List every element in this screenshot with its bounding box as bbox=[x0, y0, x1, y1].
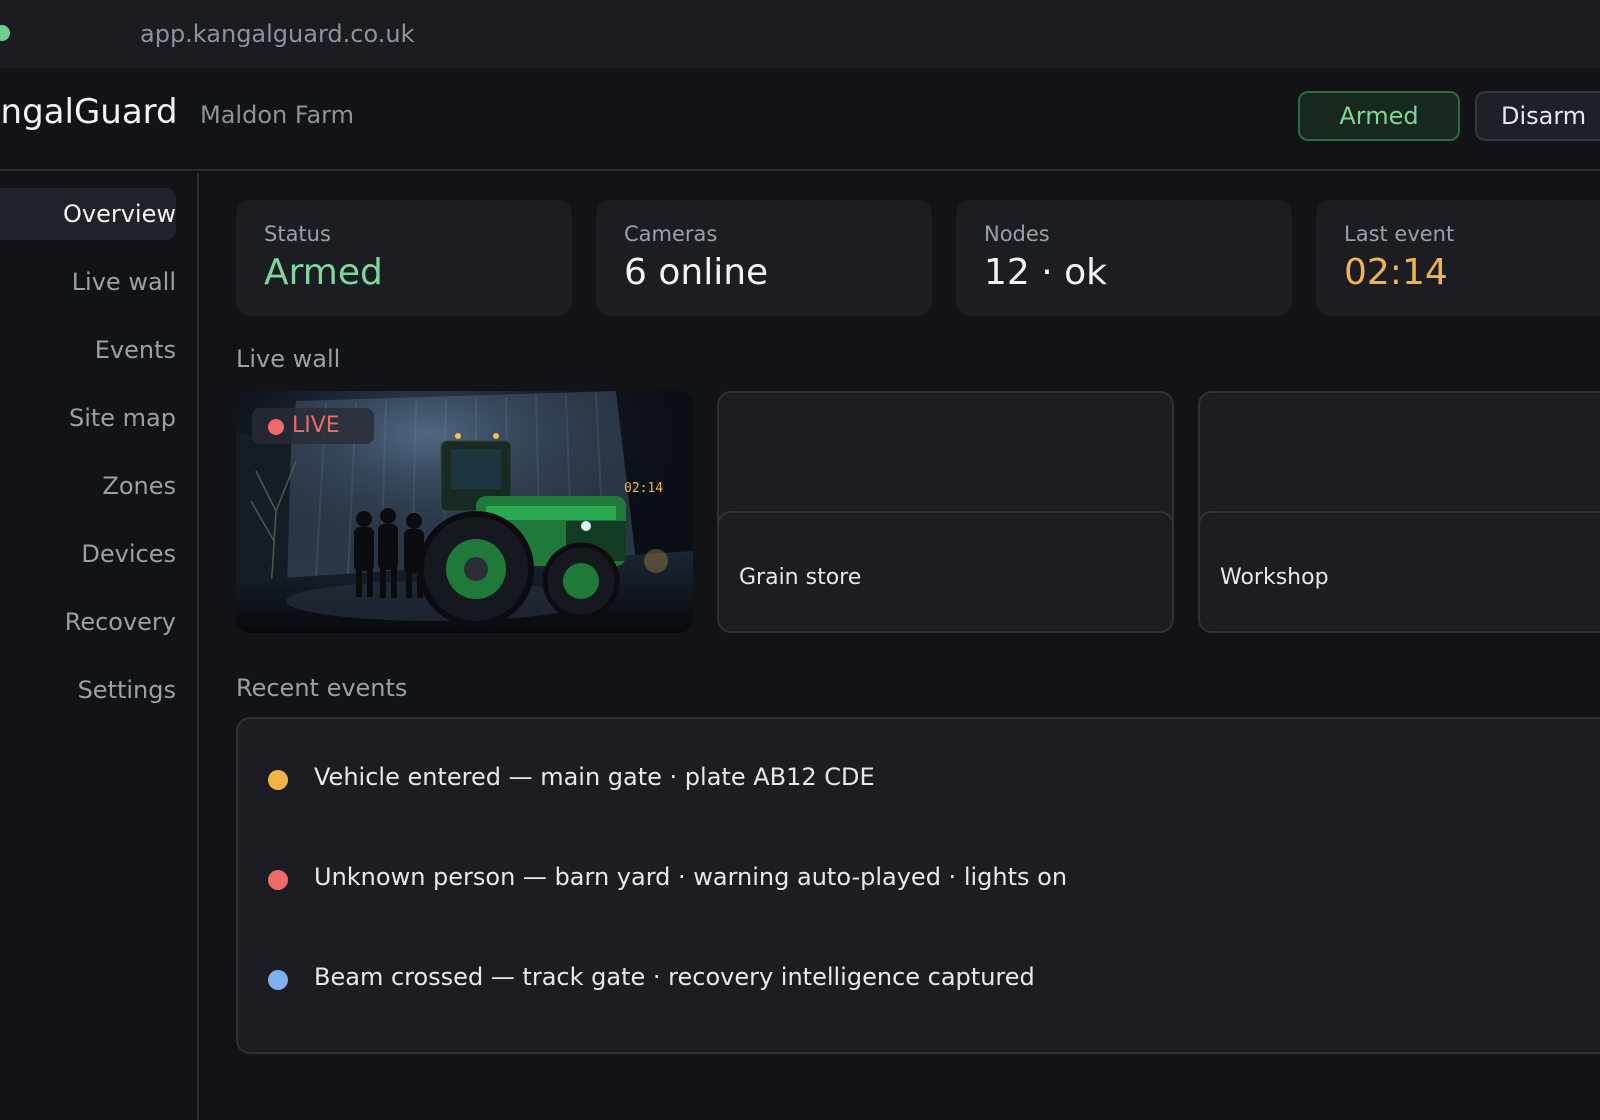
sidebar-item-label: Devices bbox=[81, 540, 176, 568]
feed-timestamp: 02:14 bbox=[624, 481, 664, 496]
stat-label: Cameras bbox=[624, 222, 718, 246]
sidebar-item-overview[interactable]: Overview bbox=[0, 188, 176, 240]
camera-tile-live[interactable]: LIVE 02:14 bbox=[236, 391, 693, 633]
url-field[interactable]: app.kangalguard.co.uk bbox=[140, 20, 414, 48]
sidebar-item-label: Settings bbox=[77, 676, 176, 704]
camera-tile-grain-store[interactable]: Grain store bbox=[717, 391, 1174, 633]
disarm-button[interactable]: Disarm bbox=[1475, 91, 1600, 141]
camera-name: Workshop bbox=[1220, 565, 1329, 590]
stat-label: Last event bbox=[1344, 222, 1455, 246]
live-badge-label: LIVE bbox=[292, 413, 340, 438]
sidebar: Overview Live wall Events Site map Zones… bbox=[0, 173, 199, 1120]
recent-events-title: Recent events bbox=[236, 674, 408, 702]
sidebar-item-live-wall[interactable]: Live wall bbox=[0, 256, 176, 308]
event-text: Unknown person — barn yard · warning aut… bbox=[314, 863, 1068, 891]
camera-caption: Grain store bbox=[719, 511, 1172, 631]
sidebar-item-label: Live wall bbox=[71, 268, 176, 296]
sidebar-item-settings[interactable]: Settings bbox=[0, 664, 176, 716]
stat-card-nodes: Nodes 12 · ok bbox=[956, 200, 1292, 316]
event-row[interactable]: Unknown person — barn yard · warning aut… bbox=[238, 859, 1600, 899]
sidebar-item-label: Events bbox=[94, 336, 176, 364]
recording-dot-icon bbox=[268, 419, 284, 435]
live-badge: LIVE bbox=[252, 408, 374, 444]
event-text: Beam crossed — track gate · recovery int… bbox=[314, 963, 1035, 991]
sidebar-item-label: Recovery bbox=[64, 608, 176, 636]
stat-label: Nodes bbox=[984, 222, 1050, 246]
window-control-icon[interactable] bbox=[0, 25, 10, 41]
event-severity-icon bbox=[268, 970, 288, 990]
camera-name: Grain store bbox=[739, 565, 862, 590]
sidebar-item-label: Overview bbox=[63, 200, 176, 228]
event-severity-icon bbox=[268, 870, 288, 890]
brand-name: KangalGuard bbox=[0, 92, 178, 132]
sidebar-item-events[interactable]: Events bbox=[0, 324, 176, 376]
event-row[interactable]: Beam crossed — track gate · recovery int… bbox=[238, 959, 1600, 999]
event-severity-icon bbox=[268, 770, 288, 790]
camera-caption: Workshop bbox=[1200, 511, 1600, 631]
stat-label: Status bbox=[264, 222, 331, 246]
event-row[interactable]: Vehicle entered — main gate · plate AB12… bbox=[238, 759, 1600, 799]
camera-tile-workshop[interactable]: Workshop bbox=[1198, 391, 1600, 633]
stat-card-last-event: Last event 02:14 bbox=[1316, 200, 1600, 316]
browser-bar: app.kangalguard.co.uk bbox=[0, 0, 1600, 68]
sidebar-item-site-map[interactable]: Site map bbox=[0, 392, 176, 444]
stat-value: 6 online bbox=[624, 252, 769, 293]
live-wall-title: Live wall bbox=[236, 345, 341, 373]
stat-value: Armed bbox=[264, 252, 383, 293]
app-window: app.kangalguard.co.uk KangalGuard Maldon… bbox=[0, 0, 1600, 1120]
stat-value: 02:14 bbox=[1344, 252, 1448, 293]
stat-card-status: Status Armed bbox=[236, 200, 572, 316]
site-name: Maldon Farm bbox=[200, 101, 354, 129]
sidebar-item-zones[interactable]: Zones bbox=[0, 460, 176, 512]
stat-value: 12 · ok bbox=[984, 252, 1108, 293]
event-text: Vehicle entered — main gate · plate AB12… bbox=[314, 763, 875, 791]
sidebar-item-recovery[interactable]: Recovery bbox=[0, 596, 176, 648]
events-list: Vehicle entered — main gate · plate AB12… bbox=[236, 717, 1600, 1054]
sidebar-item-label: Zones bbox=[102, 472, 176, 500]
sidebar-item-devices[interactable]: Devices bbox=[0, 528, 176, 580]
app-header: KangalGuard Maldon Farm Armed Disarm bbox=[0, 68, 1600, 171]
stat-card-cameras: Cameras 6 online bbox=[596, 200, 932, 316]
armed-button[interactable]: Armed bbox=[1298, 91, 1460, 141]
sidebar-item-label: Site map bbox=[68, 404, 176, 432]
